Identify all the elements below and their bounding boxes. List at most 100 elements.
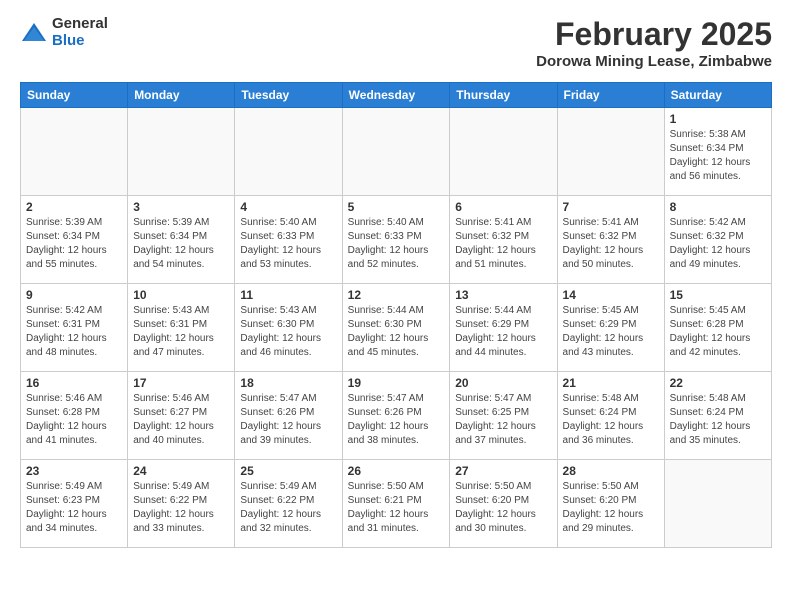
calendar-cell: 25 Sunrise: 5:49 AM Sunset: 6:22 PM Dayli…: [235, 460, 342, 548]
calendar-cell: 1 Sunrise: 5:38 AM Sunset: 6:34 PM Daylig…: [664, 108, 771, 196]
day-number: 19: [348, 376, 445, 390]
calendar-cell: 10Sunrise: 5:43 AM Sunset: 6:31 PM Dayli…: [128, 284, 235, 372]
day-number: 20: [455, 376, 551, 390]
day-info: Sunrise: 5:47 AM Sunset: 6:26 PM Dayligh…: [348, 392, 445, 448]
day-info: Sunrise: 5:42 AM Sunset: 6:31 PM Dayligh…: [26, 304, 122, 360]
day-number: 2: [26, 200, 122, 214]
calendar-cell: 3 Sunrise: 5:39 AM Sunset: 6:34 PM Daylig…: [128, 196, 235, 284]
day-info: Sunrise: 5:38 AM Sunset: 6:34 PM Dayligh…: [670, 128, 766, 184]
day-number: 28: [563, 464, 659, 478]
calendar-cell: 19 Sunrise: 5:47 AM Sunset: 6:26 PM Dayli…: [342, 372, 450, 460]
location-title: Dorowa Mining Lease, Zimbabwe: [536, 53, 772, 70]
day-number: 5: [348, 200, 445, 214]
day-info: Sunrise: 5:40 AM Sunset: 6:33 PM Dayligh…: [348, 216, 445, 272]
calendar-cell: 14 Sunrise: 5:45 AM Sunset: 6:29 PM Dayli…: [557, 284, 664, 372]
day-info: Sunrise: 5:43 AM Sunset: 6:31 PM Dayligh…: [133, 304, 229, 360]
calendar-cell: 20 Sunrise: 5:47 AM Sunset: 6:25 PM Dayli…: [450, 372, 557, 460]
weekday-header-thursday: Thursday: [450, 83, 557, 108]
weekday-header-saturday: Saturday: [664, 83, 771, 108]
calendar-cell: 24 Sunrise: 5:49 AM Sunset: 6:22 PM Dayli…: [128, 460, 235, 548]
weekday-header-monday: Monday: [128, 83, 235, 108]
day-info: Sunrise: 5:48 AM Sunset: 6:24 PM Dayligh…: [563, 392, 659, 448]
week-row-5: 23 Sunrise: 5:49 AM Sunset: 6:23 PM Dayli…: [21, 460, 772, 548]
day-number: 6: [455, 200, 551, 214]
calendar-table: SundayMondayTuesdayWednesdayThursdayFrid…: [20, 82, 772, 548]
calendar-cell: 18Sunrise: 5:47 AM Sunset: 6:26 PM Dayli…: [235, 372, 342, 460]
weekday-header-friday: Friday: [557, 83, 664, 108]
day-info: Sunrise: 5:41 AM Sunset: 6:32 PM Dayligh…: [563, 216, 659, 272]
calendar-cell: 21 Sunrise: 5:48 AM Sunset: 6:24 PM Dayli…: [557, 372, 664, 460]
week-row-2: 2 Sunrise: 5:39 AM Sunset: 6:34 PM Daylig…: [21, 196, 772, 284]
calendar-cell: 6 Sunrise: 5:41 AM Sunset: 6:32 PM Daylig…: [450, 196, 557, 284]
calendar-cell: 4Sunrise: 5:40 AM Sunset: 6:33 PM Daylig…: [235, 196, 342, 284]
calendar-cell: [450, 108, 557, 196]
calendar-cell: 11 Sunrise: 5:43 AM Sunset: 6:30 PM Dayli…: [235, 284, 342, 372]
day-info: Sunrise: 5:50 AM Sunset: 6:21 PM Dayligh…: [348, 480, 445, 536]
calendar-cell: [342, 108, 450, 196]
calendar-cell: 27Sunrise: 5:50 AM Sunset: 6:20 PM Dayli…: [450, 460, 557, 548]
calendar-cell: 7 Sunrise: 5:41 AM Sunset: 6:32 PM Daylig…: [557, 196, 664, 284]
week-row-4: 16 Sunrise: 5:46 AM Sunset: 6:28 PM Dayli…: [21, 372, 772, 460]
day-info: Sunrise: 5:45 AM Sunset: 6:28 PM Dayligh…: [670, 304, 766, 360]
calendar-cell: 8Sunrise: 5:42 AM Sunset: 6:32 PM Daylig…: [664, 196, 771, 284]
logo-icon: [20, 19, 48, 47]
calendar-cell: [557, 108, 664, 196]
day-info: Sunrise: 5:47 AM Sunset: 6:25 PM Dayligh…: [455, 392, 551, 448]
day-info: Sunrise: 5:41 AM Sunset: 6:32 PM Dayligh…: [455, 216, 551, 272]
weekday-header-sunday: Sunday: [21, 83, 128, 108]
title-block: February 2025 Dorowa Mining Lease, Zimba…: [536, 16, 772, 70]
day-info: Sunrise: 5:40 AM Sunset: 6:33 PM Dayligh…: [240, 216, 336, 272]
weekday-header-row: SundayMondayTuesdayWednesdayThursdayFrid…: [21, 83, 772, 108]
day-info: Sunrise: 5:45 AM Sunset: 6:29 PM Dayligh…: [563, 304, 659, 360]
weekday-header-tuesday: Tuesday: [235, 83, 342, 108]
week-row-1: 1 Sunrise: 5:38 AM Sunset: 6:34 PM Daylig…: [21, 108, 772, 196]
day-number: 9: [26, 288, 122, 302]
day-info: Sunrise: 5:49 AM Sunset: 6:22 PM Dayligh…: [133, 480, 229, 536]
calendar-cell: 16 Sunrise: 5:46 AM Sunset: 6:28 PM Dayli…: [21, 372, 128, 460]
day-info: Sunrise: 5:46 AM Sunset: 6:27 PM Dayligh…: [133, 392, 229, 448]
day-number: 22: [670, 376, 766, 390]
month-title: February 2025: [536, 16, 772, 53]
logo-blue-text: Blue: [52, 33, 108, 50]
day-number: 27: [455, 464, 551, 478]
calendar-cell: 2 Sunrise: 5:39 AM Sunset: 6:34 PM Daylig…: [21, 196, 128, 284]
day-info: Sunrise: 5:39 AM Sunset: 6:34 PM Dayligh…: [133, 216, 229, 272]
day-number: 26: [348, 464, 445, 478]
calendar-cell: 26 Sunrise: 5:50 AM Sunset: 6:21 PM Dayli…: [342, 460, 450, 548]
week-row-3: 9 Sunrise: 5:42 AM Sunset: 6:31 PM Daylig…: [21, 284, 772, 372]
day-number: 24: [133, 464, 229, 478]
calendar-cell: [664, 460, 771, 548]
calendar-cell: 5 Sunrise: 5:40 AM Sunset: 6:33 PM Daylig…: [342, 196, 450, 284]
day-number: 17: [133, 376, 229, 390]
day-info: Sunrise: 5:50 AM Sunset: 6:20 PM Dayligh…: [563, 480, 659, 536]
day-info: Sunrise: 5:49 AM Sunset: 6:22 PM Dayligh…: [240, 480, 336, 536]
calendar-cell: [21, 108, 128, 196]
day-info: Sunrise: 5:49 AM Sunset: 6:23 PM Dayligh…: [26, 480, 122, 536]
page-header: General Blue February 2025 Dorowa Mining…: [20, 16, 772, 70]
day-number: 7: [563, 200, 659, 214]
day-number: 14: [563, 288, 659, 302]
day-number: 3: [133, 200, 229, 214]
day-number: 21: [563, 376, 659, 390]
calendar-cell: 28 Sunrise: 5:50 AM Sunset: 6:20 PM Dayli…: [557, 460, 664, 548]
day-number: 25: [240, 464, 336, 478]
calendar-cell: [235, 108, 342, 196]
day-info: Sunrise: 5:46 AM Sunset: 6:28 PM Dayligh…: [26, 392, 122, 448]
day-info: Sunrise: 5:42 AM Sunset: 6:32 PM Dayligh…: [670, 216, 766, 272]
calendar-cell: 13Sunrise: 5:44 AM Sunset: 6:29 PM Dayli…: [450, 284, 557, 372]
day-info: Sunrise: 5:39 AM Sunset: 6:34 PM Dayligh…: [26, 216, 122, 272]
day-number: 16: [26, 376, 122, 390]
day-info: Sunrise: 5:48 AM Sunset: 6:24 PM Dayligh…: [670, 392, 766, 448]
calendar-cell: 23 Sunrise: 5:49 AM Sunset: 6:23 PM Dayli…: [21, 460, 128, 548]
calendar-cell: 15 Sunrise: 5:45 AM Sunset: 6:28 PM Dayli…: [664, 284, 771, 372]
calendar-cell: 9 Sunrise: 5:42 AM Sunset: 6:31 PM Daylig…: [21, 284, 128, 372]
day-number: 11: [240, 288, 336, 302]
day-info: Sunrise: 5:43 AM Sunset: 6:30 PM Dayligh…: [240, 304, 336, 360]
day-number: 13: [455, 288, 551, 302]
weekday-header-wednesday: Wednesday: [342, 83, 450, 108]
day-number: 15: [670, 288, 766, 302]
calendar-cell: 22 Sunrise: 5:48 AM Sunset: 6:24 PM Dayli…: [664, 372, 771, 460]
calendar-cell: 12Sunrise: 5:44 AM Sunset: 6:30 PM Dayli…: [342, 284, 450, 372]
day-number: 1: [670, 112, 766, 126]
day-number: 23: [26, 464, 122, 478]
